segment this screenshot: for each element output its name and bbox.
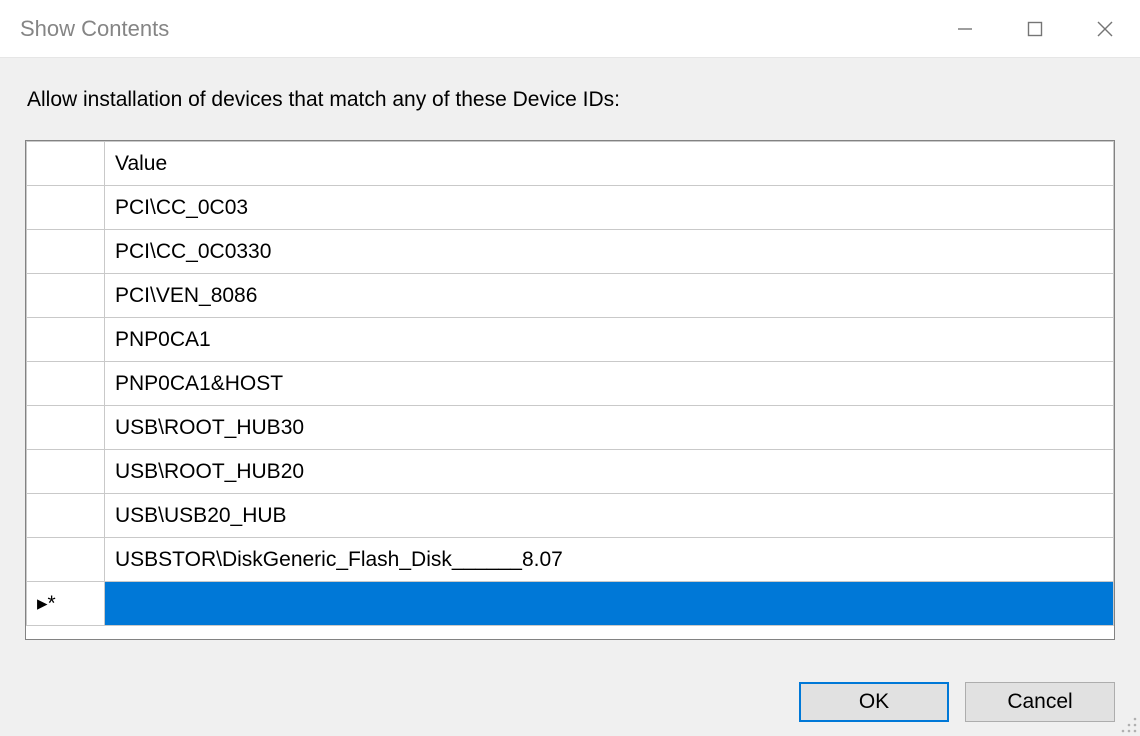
table-row-new[interactable]: ▸* xyxy=(27,582,1114,626)
table-row[interactable]: PCI\VEN_8086 xyxy=(27,274,1114,318)
value-cell[interactable]: USB\USB20_HUB xyxy=(105,494,1114,538)
value-cell[interactable]: PCI\CC_0C0330 xyxy=(105,230,1114,274)
instruction-label: Allow installation of devices that match… xyxy=(25,88,1115,112)
dialog-footer: OK Cancel xyxy=(799,682,1115,722)
table-row[interactable]: USB\USB20_HUB xyxy=(27,494,1114,538)
maximize-button[interactable] xyxy=(1000,0,1070,58)
row-header[interactable] xyxy=(27,186,105,230)
cancel-button[interactable]: Cancel xyxy=(965,682,1115,722)
row-header-corner xyxy=(27,142,105,186)
values-grid[interactable]: Value PCI\CC_0C03 PCI\CC_0C0330 PCI\VEN_… xyxy=(25,140,1115,640)
table-row[interactable]: USB\ROOT_HUB20 xyxy=(27,450,1114,494)
row-header[interactable] xyxy=(27,538,105,582)
value-cell[interactable]: PNP0CA1&HOST xyxy=(105,362,1114,406)
new-row-indicator-icon[interactable]: ▸* xyxy=(27,582,105,626)
row-header[interactable] xyxy=(27,406,105,450)
window-title: Show Contents xyxy=(20,16,930,42)
row-header[interactable] xyxy=(27,362,105,406)
close-button[interactable] xyxy=(1070,0,1140,58)
minimize-button[interactable] xyxy=(930,0,1000,58)
table-row[interactable]: PNP0CA1&HOST xyxy=(27,362,1114,406)
titlebar: Show Contents xyxy=(0,0,1140,58)
table-row[interactable]: PCI\CC_0C03 xyxy=(27,186,1114,230)
table-row[interactable]: USB\ROOT_HUB30 xyxy=(27,406,1114,450)
value-cell[interactable]: PCI\CC_0C03 xyxy=(105,186,1114,230)
row-header[interactable] xyxy=(27,230,105,274)
client-area: Allow installation of devices that match… xyxy=(0,58,1140,736)
value-cell[interactable]: USB\ROOT_HUB20 xyxy=(105,450,1114,494)
value-cell-new[interactable] xyxy=(105,582,1114,626)
value-cell[interactable]: PNP0CA1 xyxy=(105,318,1114,362)
resize-grip-icon[interactable] xyxy=(1120,716,1138,734)
column-header-value[interactable]: Value xyxy=(105,142,1114,186)
table-row[interactable]: PCI\CC_0C0330 xyxy=(27,230,1114,274)
value-cell[interactable]: USBSTOR\DiskGeneric_Flash_Disk______8.07 xyxy=(105,538,1114,582)
table-row[interactable]: USBSTOR\DiskGeneric_Flash_Disk______8.07 xyxy=(27,538,1114,582)
value-cell[interactable]: PCI\VEN_8086 xyxy=(105,274,1114,318)
table-row[interactable]: PNP0CA1 xyxy=(27,318,1114,362)
row-header[interactable] xyxy=(27,318,105,362)
ok-button[interactable]: OK xyxy=(799,682,949,722)
value-cell[interactable]: USB\ROOT_HUB30 xyxy=(105,406,1114,450)
row-header[interactable] xyxy=(27,274,105,318)
row-header[interactable] xyxy=(27,450,105,494)
row-header[interactable] xyxy=(27,494,105,538)
